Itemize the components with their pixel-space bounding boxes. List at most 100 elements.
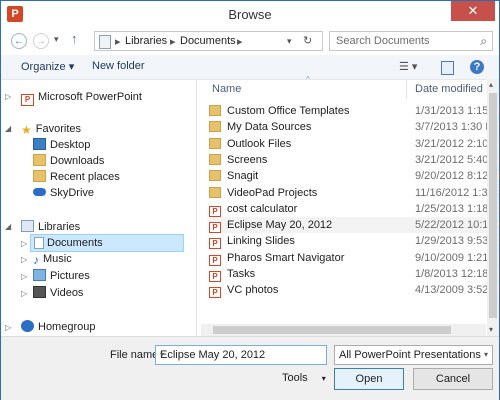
file-name-label: File name: [110, 349, 162, 361]
sidebar-item-recent-places[interactable]: Recent places [33, 169, 120, 185]
file-row[interactable]: Custom Office Templates 1/31/2013 1:15 PM [209, 103, 500, 119]
help-button[interactable]: ? [470, 60, 484, 74]
horizontal-scroll-thumb[interactable] [213, 326, 451, 334]
file-name: Custom Office Templates [227, 105, 350, 117]
file-name: Tasks [227, 268, 256, 280]
sidebar-item-libraries[interactable]: Libraries [21, 219, 80, 235]
sidebar-item-downloads[interactable]: Downloads [33, 153, 104, 169]
powerpoint-file-icon [209, 238, 221, 250]
vertical-scrollbar[interactable]: ▴ ▾ [487, 79, 499, 342]
up-button[interactable]: ↑ [71, 31, 78, 46]
file-name: Outlook Files [227, 137, 292, 150]
sort-arrow-icon: ^ [306, 75, 310, 84]
folder-icon [209, 153, 221, 165]
sidebar-item-microsoft-powerpoint[interactable]: Microsoft PowerPoint [21, 89, 142, 106]
cloud-icon [33, 188, 46, 196]
change-view-button[interactable]: ☰ ▾ [399, 60, 417, 73]
powerpoint-file-icon [209, 271, 221, 282]
pictures-icon [33, 269, 46, 281]
back-button[interactable]: ← [11, 33, 27, 49]
folder-icon [209, 105, 221, 116]
folder-icon [209, 121, 221, 133]
organize-button[interactable]: Organize ▾ [21, 60, 74, 73]
refresh-button[interactable]: ↻ [303, 34, 312, 47]
address-bar[interactable]: ▸ Libraries ▸ Documents ▸ ▾ ↻ [94, 31, 323, 51]
search-box[interactable]: Search Documents ⌕ [329, 31, 493, 51]
file-row[interactable]: Outlook Files 3/21/2012 2:10 PM [209, 136, 500, 152]
star-icon: ★ [21, 123, 32, 137]
scroll-thumb[interactable] [489, 93, 497, 318]
file-type-select[interactable]: All PowerPoint Presentations ▾ [334, 345, 493, 365]
file-row[interactable]: VC photos4/13/2009 3:52 PM [209, 282, 500, 299]
file-name: Screens [227, 153, 268, 166]
breadcrumb-libraries[interactable]: Libraries [125, 35, 167, 47]
library-icon [21, 220, 34, 232]
close-button[interactable]: ✕ [451, 1, 495, 21]
sidebar-item-favorites[interactable]: ★ Favorites [21, 121, 81, 137]
new-folder-button[interactable]: New folder [92, 60, 145, 72]
file-name: cost calculator [227, 202, 298, 215]
file-row[interactable]: Linking Slides1/29/2013 9:53 PM [209, 233, 500, 250]
breadcrumb-documents[interactable]: Documents [180, 35, 236, 47]
music-icon: ♪ [33, 253, 39, 267]
file-type-value: All PowerPoint Presentations [339, 349, 481, 361]
videos-icon [33, 286, 46, 298]
sidebar-item-videos[interactable]: Videos [33, 285, 83, 301]
powerpoint-file-icon [209, 222, 221, 234]
folder-icon [209, 186, 221, 198]
downloads-icon [33, 154, 46, 166]
file-row[interactable]: Eclipse May 20, 20125/22/2012 10:19 AM [209, 217, 500, 234]
address-dropdown-button[interactable]: ▾ [287, 36, 292, 47]
file-row[interactable]: Screens 3/21/2012 5:40 PM [209, 152, 500, 168]
file-name: VC photos [227, 284, 279, 297]
column-divider [406, 79, 407, 99]
file-row[interactable]: cost calculator1/25/2013 1:18 PM [209, 201, 500, 217]
search-input[interactable]: Search Documents [336, 35, 430, 47]
tools-button[interactable]: Tools ▾ [282, 372, 326, 384]
dialog-footer: File name: Eclipse May 20, 2012 ▾ All Po… [1, 336, 499, 400]
file-row[interactable]: Pharos Smart Navigator9/10/2009 1:21 PM [209, 250, 500, 266]
navigation-bar: ← → ▾ ↑ ▸ Libraries ▸ Documents ▸ ▾ ↻ Se… [1, 28, 499, 55]
breadcrumb-separator: ▸ [237, 36, 243, 48]
file-row[interactable]: Snagit 9/20/2012 8:12 AM [209, 168, 500, 184]
folder-icon [209, 170, 221, 182]
search-icon: ⌕ [480, 34, 487, 48]
dialog-title: Browse [228, 7, 272, 22]
file-name: Eclipse May 20, 2012 [227, 219, 333, 232]
powerpoint-file-icon [209, 287, 221, 299]
file-name: Snagit [227, 170, 259, 183]
scroll-down-button[interactable]: ▾ [489, 325, 493, 334]
file-name-dropdown-icon[interactable]: ▾ [160, 350, 322, 359]
open-button[interactable]: Open [334, 368, 404, 390]
command-toolbar: Organize ▾ New folder ☰ ▾ ? [1, 55, 499, 80]
file-type-dropdown-icon[interactable]: ▾ [484, 350, 488, 359]
file-name-field[interactable]: Eclipse May 20, 2012 ▾ [155, 345, 327, 365]
breadcrumb-separator: ▸ [115, 36, 121, 48]
forward-button[interactable]: → [33, 33, 49, 49]
folder-icon [209, 137, 221, 149]
browse-dialog: P Browse ✕ ← → ▾ ↑ ▸ Libraries ▸ Documen… [0, 0, 500, 400]
sidebar-item-skydrive[interactable]: SkyDrive [33, 185, 94, 201]
breadcrumb-separator: ▸ [170, 36, 176, 48]
sidebar-item-desktop[interactable]: Desktop [33, 137, 90, 153]
sidebar-item-documents[interactable]: Documents [30, 234, 184, 252]
file-name: VideoPad Projects [227, 186, 318, 199]
recent-locations-button[interactable]: ▾ [54, 34, 59, 45]
file-row[interactable]: My Data Sources 3/7/2013 1:30 PM [209, 119, 500, 135]
column-header-date[interactable]: Date modified [415, 83, 483, 95]
preview-pane-button[interactable] [441, 61, 454, 75]
column-header-name[interactable]: Name [212, 83, 241, 95]
documents-icon [34, 237, 44, 249]
sidebar-item-pictures[interactable]: Pictures [33, 268, 90, 284]
powerpoint-icon [21, 94, 34, 106]
cancel-button[interactable]: Cancel [413, 368, 493, 390]
library-location-icon [99, 35, 111, 49]
tools-dropdown-icon: ▾ [321, 374, 326, 383]
file-row[interactable]: VideoPad Projects11/16/2012 1:38 PM [209, 185, 500, 201]
scroll-up-button[interactable]: ▴ [489, 80, 493, 89]
sidebar-item-homegroup[interactable]: Homegroup [21, 319, 95, 335]
file-row[interactable]: Tasks1/8/2013 12:18 PM [209, 266, 500, 282]
powerpoint-file-icon [209, 205, 221, 217]
sidebar-item-music[interactable]: ♪ Music [33, 251, 72, 267]
horizontal-scrollbar[interactable] [201, 324, 486, 336]
